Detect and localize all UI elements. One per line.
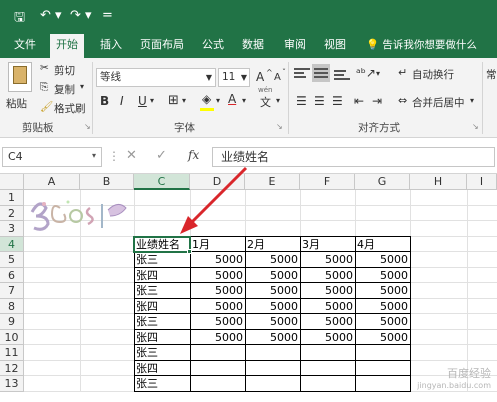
red-arrow-annotation — [180, 166, 248, 234]
watermark: 百度经验 jingyan.baidu.com — [417, 367, 491, 391]
